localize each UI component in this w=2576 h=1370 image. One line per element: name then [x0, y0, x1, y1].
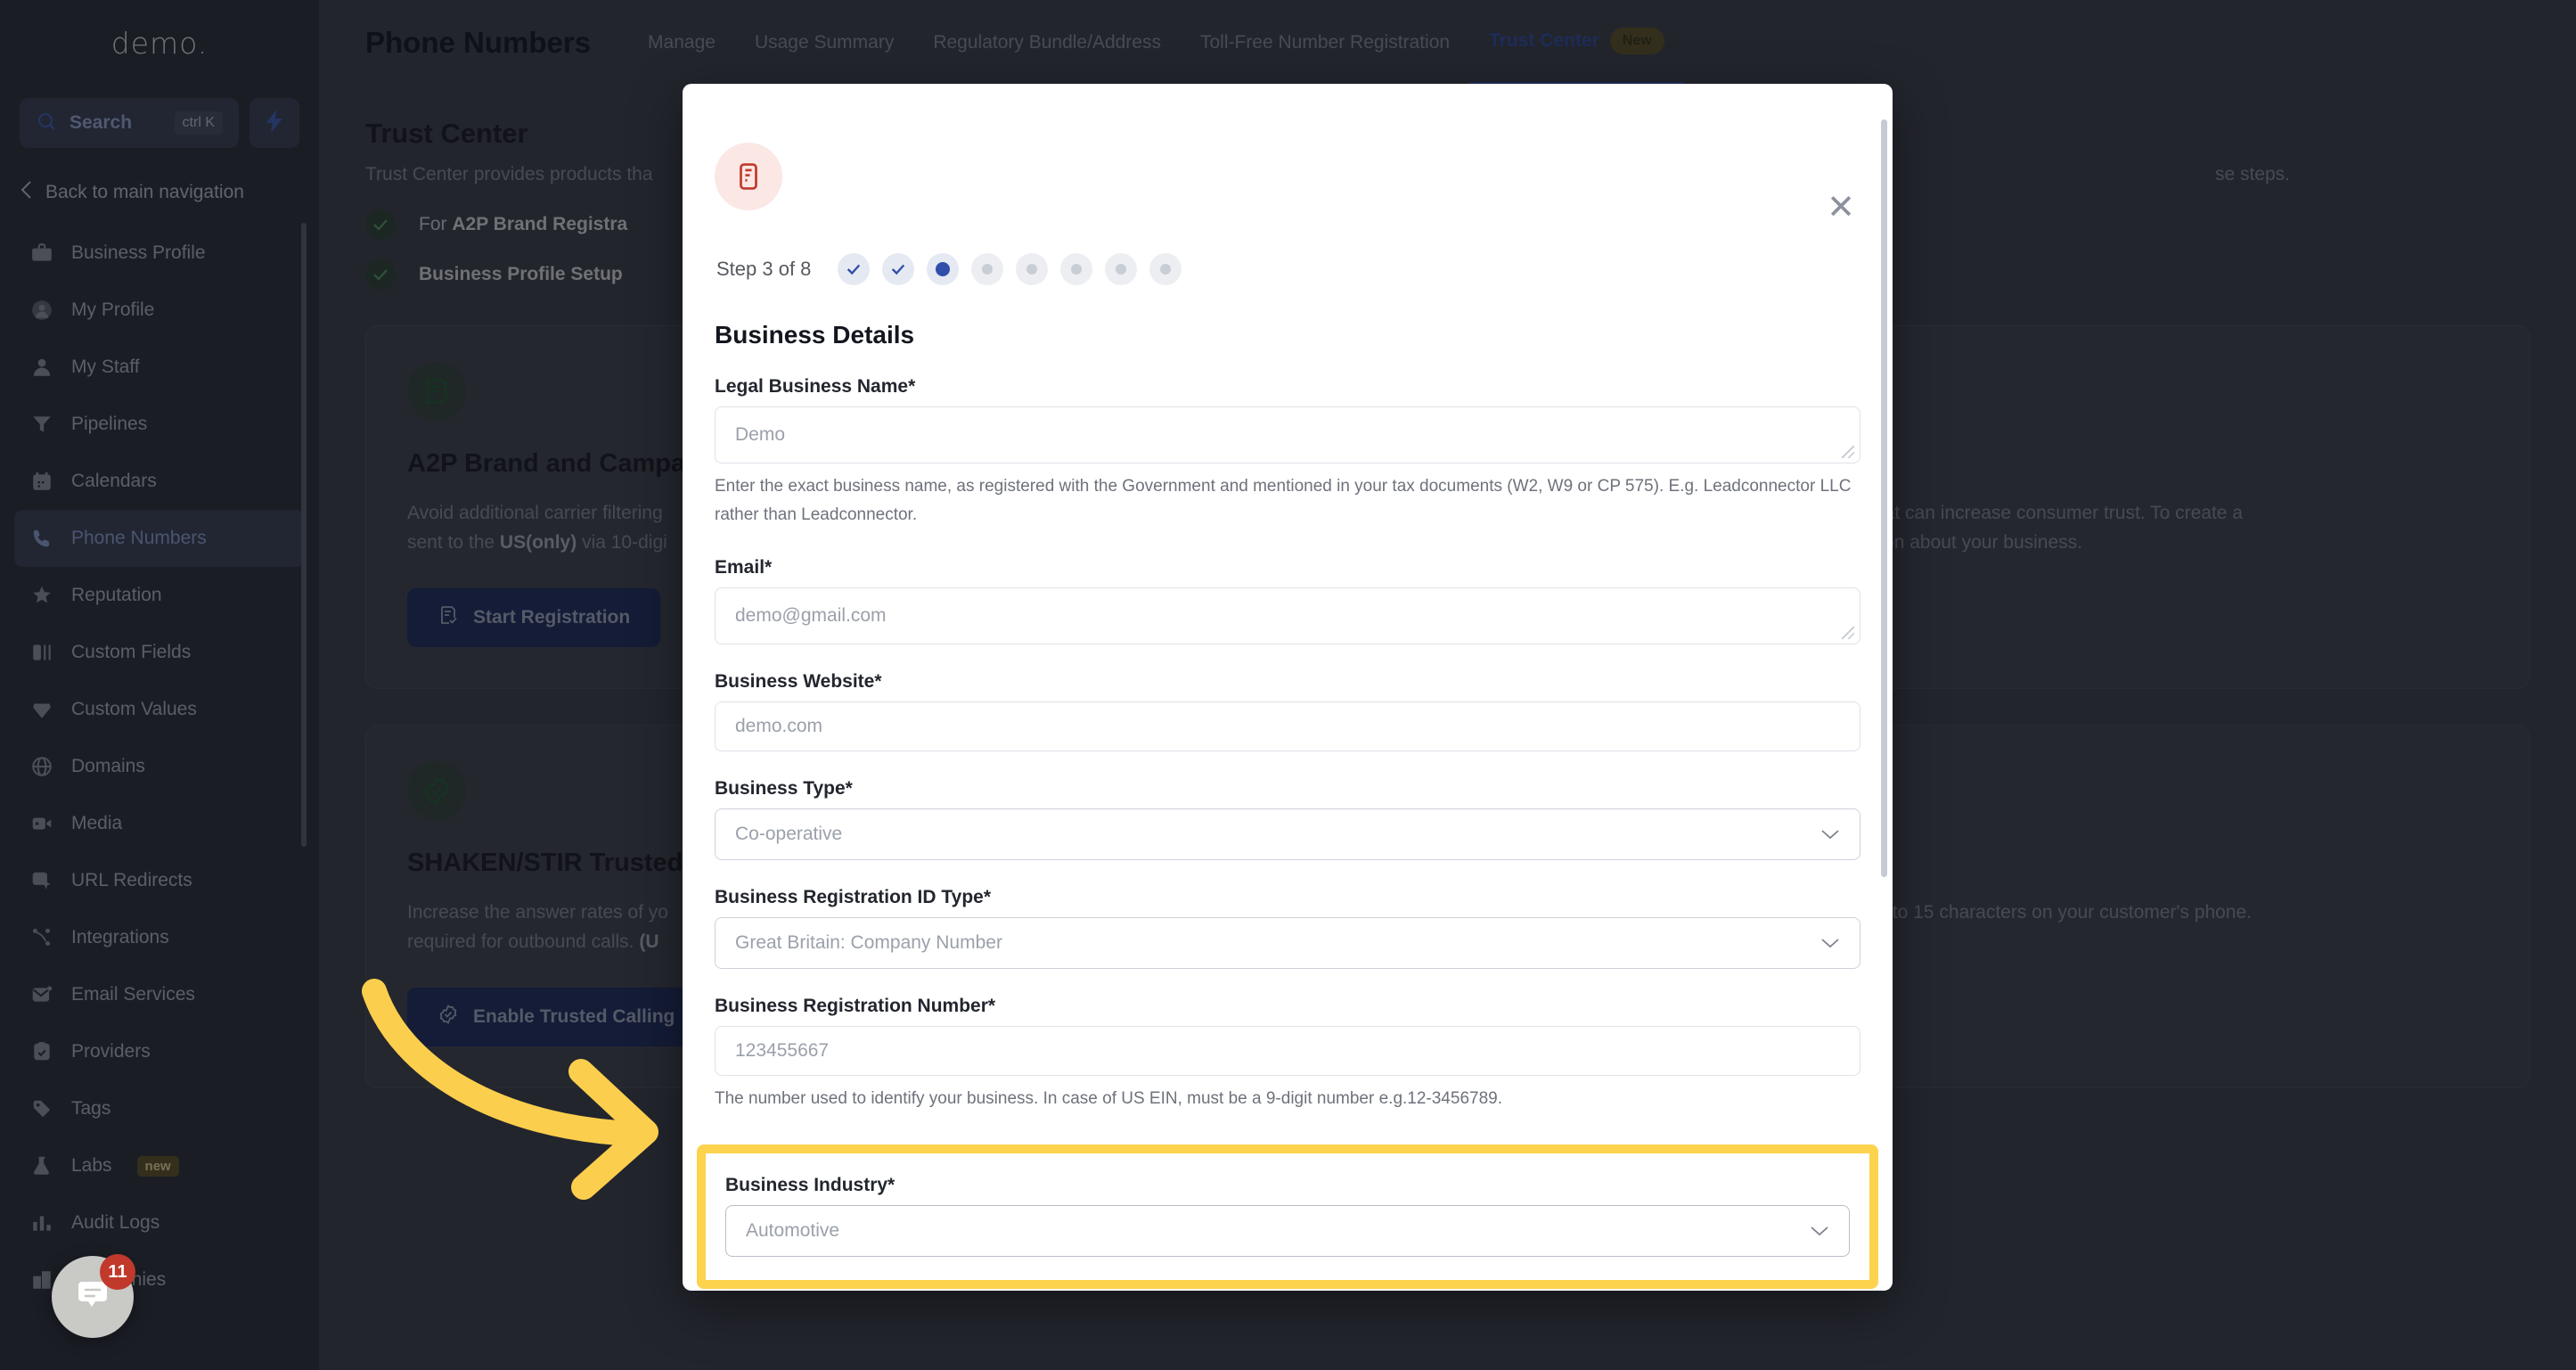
step-dot-8[interactable]	[1149, 253, 1182, 285]
business-type-select[interactable]: Co-operative	[715, 808, 1860, 860]
business-registration-number-label: Business Registration Number*	[715, 996, 1860, 1017]
step-dot-4[interactable]	[971, 253, 1003, 285]
step-indicator: Step 3 of 8	[716, 253, 1893, 285]
chevron-down-icon	[1810, 1219, 1829, 1243]
business-registration-id-type-select[interactable]: Great Britain: Company Number	[715, 917, 1860, 969]
business-details-modal: ✕ Step 3 of 8 Business	[683, 84, 1893, 1291]
chat-unread-badge: 11	[100, 1254, 135, 1290]
business-details-form: Business Details Legal Business Name* De…	[715, 321, 1860, 1113]
step-dot-5[interactable]	[1016, 253, 1048, 285]
email-label: Email*	[715, 557, 1860, 578]
legal-business-name-value: Demo	[735, 424, 785, 446]
step-label: Step 3 of 8	[716, 258, 811, 281]
step-dot-3[interactable]	[927, 253, 959, 285]
business-registration-number-input[interactable]: 123455667	[715, 1026, 1860, 1076]
business-industry-select[interactable]: Automotive	[725, 1205, 1850, 1257]
legal-business-name-hint: Enter the exact business name, as regist…	[715, 472, 1860, 530]
step-dot-7[interactable]	[1105, 253, 1137, 285]
app-root: demo. Search ctrl K	[0, 0, 2576, 1370]
chat-widget-button[interactable]: 11	[52, 1256, 134, 1338]
business-website-label: Business Website*	[715, 671, 1860, 693]
business-registration-id-type-label: Business Registration ID Type*	[715, 887, 1860, 908]
business-registration-number-hint: The number used to identify your busines…	[715, 1085, 1860, 1113]
business-type-value: Co-operative	[735, 824, 842, 845]
business-industry-value: Automotive	[746, 1220, 839, 1242]
chevron-down-icon	[1820, 823, 1840, 846]
modal-scrollbar[interactable]	[1881, 119, 1887, 877]
business-industry-label: Business Industry*	[725, 1175, 1850, 1196]
business-website-input[interactable]: demo.com	[715, 701, 1860, 751]
business-industry-highlight: Business Industry* Automotive	[697, 1144, 1878, 1289]
business-website-value: demo.com	[735, 716, 822, 737]
business-registration-number-value: 123455667	[735, 1040, 829, 1062]
document-lines-icon	[715, 143, 782, 210]
email-value: demo@gmail.com	[735, 605, 887, 627]
business-type-label: Business Type*	[715, 778, 1860, 800]
business-registration-id-type-value: Great Britain: Company Number	[735, 932, 1002, 954]
step-dot-2[interactable]	[882, 253, 914, 285]
chevron-down-icon	[1820, 931, 1840, 955]
legal-business-name-input[interactable]: Demo	[715, 406, 1860, 464]
close-button[interactable]: ✕	[1827, 191, 1855, 225]
form-section-title: Business Details	[715, 321, 1860, 349]
legal-business-name-label: Legal Business Name*	[715, 376, 1860, 398]
step-dot-1[interactable]	[838, 253, 870, 285]
email-input[interactable]: demo@gmail.com	[715, 587, 1860, 644]
step-dot-6[interactable]	[1060, 253, 1092, 285]
